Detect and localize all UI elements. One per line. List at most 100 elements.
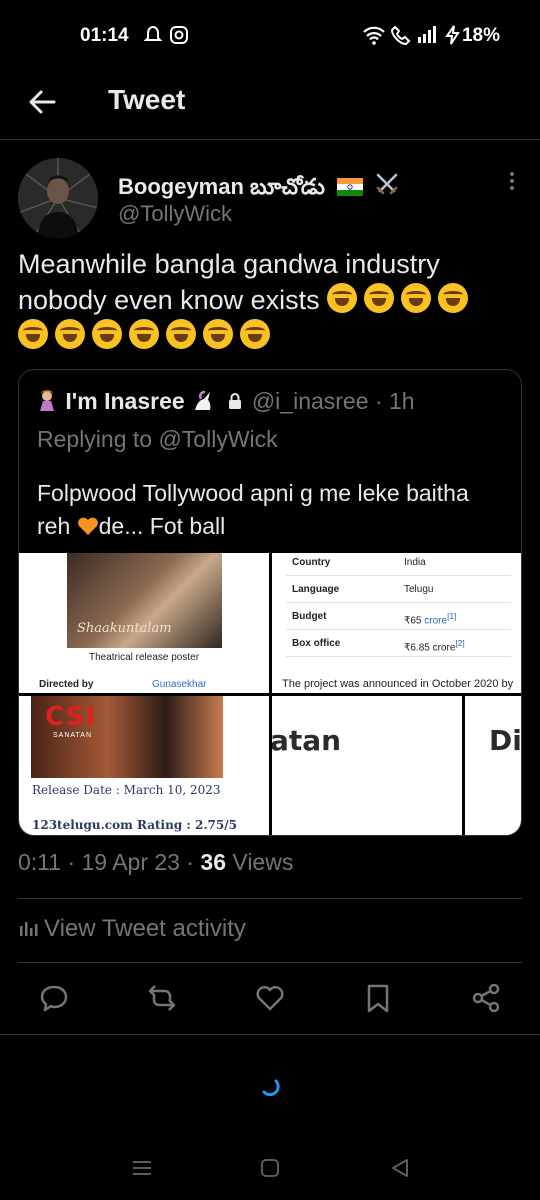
- app-header: Tweet: [0, 72, 540, 140]
- avatar[interactable]: [18, 158, 98, 238]
- rating: 123telugu.com Rating : 2.75/5: [32, 818, 237, 832]
- home-icon[interactable]: [258, 1156, 282, 1180]
- page-title: Tweet: [108, 84, 186, 115]
- infobox-table: Country India Language Telugu Budget ₹65…: [286, 553, 511, 657]
- infobox-value: ₹65 crore[1]: [404, 611, 456, 626]
- share-icon[interactable]: [470, 982, 502, 1014]
- rofl-emoji-icon: [364, 283, 395, 313]
- views-label: Views: [226, 849, 294, 875]
- tweet-text: Meanwhile bangla gandwa industry nobody …: [18, 246, 528, 354]
- media-tile-review[interactable]: CSI SANATAN Release Date : March 10, 202…: [19, 696, 269, 835]
- timestamp: 0:11 · 19 Apr 23 ·: [18, 849, 201, 875]
- infobox-row: Language Telugu: [286, 576, 511, 603]
- recent-apps-icon[interactable]: [130, 1156, 154, 1180]
- quote-author-handle: @i_inasree · 1h: [251, 388, 415, 414]
- rofl-emoji-icon: [92, 319, 122, 349]
- quote-replying-to: Replying to @TollyWick: [37, 426, 278, 452]
- csi-sanatan-image: CSI SANATAN: [31, 696, 223, 778]
- india-flag-icon: [336, 178, 363, 196]
- tweet-meta: 0:11 · 19 Apr 23 · 36 Views: [18, 849, 293, 876]
- notification-icon: [143, 25, 163, 41]
- bookmark-icon[interactable]: [362, 982, 394, 1014]
- divider: [0, 1034, 540, 1035]
- rofl-emoji-icon: [18, 319, 48, 349]
- author-name-text: Boogeyman బూచోడు: [118, 174, 325, 199]
- poster-caption: Theatrical release poster: [88, 652, 200, 663]
- rofl-emoji-icon: [327, 283, 358, 313]
- budget-amount: ₹65: [404, 615, 425, 627]
- directed-by-value: Gunasekhar: [152, 679, 207, 690]
- instagram-icon: [170, 26, 188, 44]
- announcement-text: The project was announced in October 202…: [282, 678, 514, 690]
- media-tile-poster[interactable]: Shaakuntalam Theatrical release poster D…: [19, 553, 269, 693]
- rofl-emoji-icon: [129, 319, 159, 349]
- quote-text-part2: de... Fot ball: [98, 513, 226, 539]
- infobox-value: India: [404, 557, 426, 568]
- orange-heart-icon: [77, 517, 98, 535]
- rofl-emoji-icon: [438, 283, 469, 313]
- text-fragment: atan: [272, 724, 342, 757]
- divider: [18, 898, 522, 899]
- princess-avatar-icon: [40, 390, 54, 411]
- author-handle[interactable]: @TollyWick: [118, 201, 232, 227]
- csi-logo: CSI: [45, 702, 96, 732]
- rofl-emoji-icon: [203, 319, 233, 349]
- infobox-value: Telugu: [404, 584, 434, 595]
- infobox-value: ₹6.85 crore[2]: [404, 638, 465, 653]
- views-count: 36: [200, 849, 226, 875]
- infobox-key: Budget: [292, 611, 327, 622]
- rofl-emoji-icon: [166, 319, 196, 349]
- rofl-emoji-icon: [401, 283, 432, 313]
- quote-text: Folpwood Tollywood apni g me leke baitha…: [37, 477, 507, 543]
- budget-ref: [1]: [447, 611, 457, 621]
- media-tile-text[interactable]: atan: [272, 696, 462, 835]
- budget-link: crore: [424, 615, 448, 627]
- emoji-group-1: [327, 283, 475, 315]
- quote-author-name: I'm Inasree: [65, 388, 185, 414]
- quoted-tweet[interactable]: I'm Inasree @i_inasree · 1h Replying to …: [18, 369, 522, 836]
- loading-spinner-icon: [262, 1079, 280, 1097]
- charging-icon: [445, 25, 460, 45]
- csi-subtitle: SANATAN: [53, 732, 93, 739]
- media-tile-infobox[interactable]: Country India Language Telugu Budget ₹65…: [272, 553, 521, 693]
- analytics-icon: [20, 922, 38, 936]
- infobox-key: Box office: [292, 638, 341, 649]
- box-office-ref: [2]: [455, 638, 465, 648]
- media-tile-text[interactable]: Di: [465, 696, 521, 835]
- infobox-key: Country: [292, 557, 331, 568]
- tweet-actions: [0, 980, 540, 1020]
- infobox-row: Country India: [286, 553, 511, 576]
- view-tweet-activity-link[interactable]: View Tweet activity: [18, 915, 246, 943]
- quote-header: I'm Inasree @i_inasree · 1h: [35, 388, 415, 415]
- arrow-left-icon[interactable]: [24, 84, 60, 120]
- divider: [18, 962, 522, 963]
- infobox-key: Language: [292, 584, 340, 595]
- status-time: 01:14: [80, 25, 129, 46]
- poster-title: Shaakuntalam: [77, 621, 172, 636]
- rofl-emoji-icon: [240, 319, 270, 349]
- infobox-row: Budget ₹65 crore[1]: [286, 603, 511, 630]
- avatar-image: [18, 158, 98, 238]
- crossed-swords-icon: [376, 173, 398, 195]
- status-bar: 01:14 18%: [0, 0, 540, 72]
- system-nav-bar: [0, 1140, 540, 1200]
- reply-icon[interactable]: [38, 982, 70, 1014]
- lock-icon: [229, 393, 242, 409]
- retweet-icon[interactable]: [146, 982, 178, 1014]
- wifi-icon: [363, 26, 385, 45]
- quote-media-grid[interactable]: Shaakuntalam Theatrical release poster D…: [19, 553, 521, 835]
- rofl-emoji-icon: [55, 319, 85, 349]
- more-options-icon[interactable]: [508, 172, 516, 194]
- back-nav-icon[interactable]: [388, 1156, 412, 1180]
- release-date: Release Date : March 10, 2023: [32, 783, 221, 797]
- unicorn-icon: [195, 390, 211, 410]
- infobox-row: Box office ₹6.85 crore[2]: [286, 630, 511, 657]
- battery-level: 18%: [461, 25, 500, 46]
- box-office-amount: ₹6.85 crore: [404, 642, 456, 654]
- emoji-group-2: [18, 319, 277, 351]
- directed-by-label: Directed by: [39, 679, 94, 690]
- call-icon: [390, 25, 411, 46]
- activity-label: View Tweet activity: [44, 915, 246, 942]
- signal-icon: [418, 26, 436, 43]
- like-icon[interactable]: [254, 982, 286, 1014]
